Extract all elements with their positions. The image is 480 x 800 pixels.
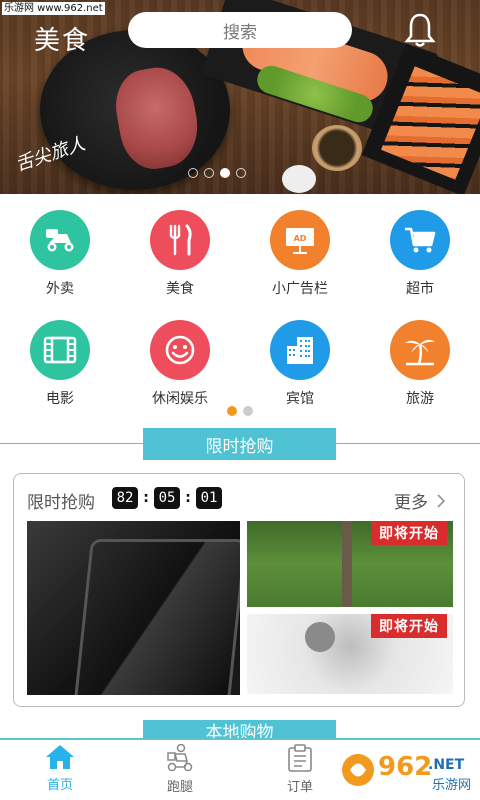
tab-home-label: 首页: [46, 778, 73, 793]
coming-soon-badge: 即将开始: [371, 614, 447, 638]
category-label: 外卖: [46, 281, 74, 297]
svg-text:乐游网: 乐游网: [432, 778, 471, 793]
category-label: 小广告栏: [272, 281, 328, 297]
category-label: 超市: [406, 281, 434, 297]
carousel-dot-active[interactable]: [220, 168, 230, 178]
category-item[interactable]: 电影: [0, 306, 120, 416]
hotel-building-icon: [270, 320, 330, 380]
category-label: 宾馆: [286, 391, 314, 407]
timer-minutes: 05: [154, 487, 180, 509]
carousel-dot[interactable]: [236, 168, 246, 178]
fork-knife-icon: [150, 210, 210, 270]
bell-icon[interactable]: [400, 10, 440, 50]
search-label: 搜索: [223, 22, 257, 43]
category-label: 旅游: [406, 391, 434, 407]
countdown-timer: 82 : 05 : 01: [112, 487, 222, 509]
smiley-icon: [150, 320, 210, 380]
tab-orders[interactable]: 订单: [260, 744, 340, 795]
carousel-dot[interactable]: [188, 168, 198, 178]
category-item[interactable]: 超市: [360, 196, 480, 306]
timer-hours: 82: [112, 487, 138, 509]
product-image-outdoor[interactable]: 即将开始: [247, 521, 453, 607]
svg-text:AD: AD: [294, 234, 307, 243]
pager-dot: [243, 406, 253, 416]
tab-errand-label: 跑腿: [166, 780, 193, 795]
pager-dot-active: [227, 406, 237, 416]
more-link[interactable]: 更多: [394, 488, 446, 513]
svg-text:962: 962: [378, 752, 432, 782]
product-image-gray[interactable]: 即将开始: [247, 614, 453, 694]
category-label: 休闲娱乐: [152, 391, 208, 407]
banner-salt-graphic: [282, 165, 316, 193]
chevron-right-icon: [437, 493, 446, 508]
banner-pepper-bowl-graphic: [312, 125, 362, 171]
timer-seconds: 01: [196, 487, 222, 509]
search-bar[interactable]: 搜索: [128, 12, 352, 48]
delivery-person-icon: [167, 744, 193, 772]
tab-errand[interactable]: 跑腿: [140, 744, 220, 795]
tab-orders-label: 订单: [286, 780, 313, 795]
clipboard-icon: [288, 744, 312, 772]
more-label: 更多: [394, 493, 428, 513]
coming-soon-badge: 即将开始: [371, 521, 447, 545]
tab-home[interactable]: 首页: [20, 744, 100, 793]
banner-logo-text: 美食: [34, 26, 91, 56]
product-image-phone[interactable]: [27, 521, 240, 695]
category-item[interactable]: 休闲娱乐: [120, 306, 240, 416]
film-icon: [30, 320, 90, 380]
carousel-dot[interactable]: [204, 168, 214, 178]
svg-text:.NET: .NET: [428, 757, 465, 773]
scooter-icon: [30, 210, 90, 270]
flash-sale-section-tag: 限时抢购: [143, 428, 336, 460]
category-item[interactable]: 外卖: [0, 196, 120, 306]
site-watermark-logo: 962 .NET 乐游网: [340, 745, 475, 795]
category-pager: [227, 406, 253, 416]
palm-tree-icon: [390, 320, 450, 380]
banner-carousel-dots[interactable]: [188, 168, 246, 178]
local-shopping-section-tag: 本地购物: [143, 720, 336, 740]
home-icon: [46, 745, 74, 769]
ad-board-icon: AD: [270, 210, 330, 270]
category-item[interactable]: 美食: [120, 196, 240, 306]
category-item[interactable]: 旅游: [360, 306, 480, 416]
category-item[interactable]: 宾馆: [240, 306, 360, 416]
flash-sale-title: 限时抢购: [27, 493, 95, 513]
category-label: 美食: [166, 281, 194, 297]
shopping-cart-icon: [390, 210, 450, 270]
category-item[interactable]: AD 小广告栏: [240, 196, 360, 306]
category-label: 电影: [46, 391, 74, 407]
watermark-label: 乐游网 www.962.net: [2, 2, 105, 15]
